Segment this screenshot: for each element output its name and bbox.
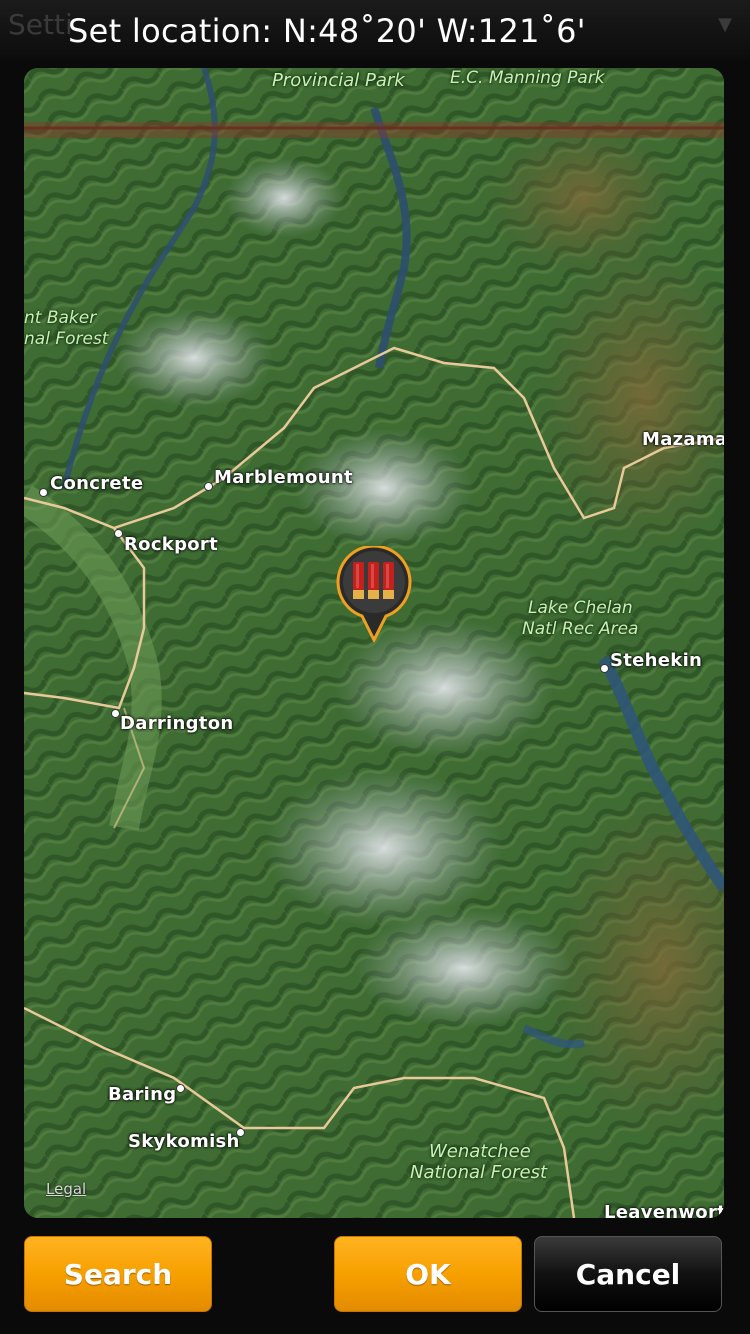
town-dot-darrington: [111, 709, 120, 718]
town-dot-concrete: [39, 488, 48, 497]
label-provincial-park: Provincial Park: [272, 70, 405, 91]
background-title: Setti: [8, 8, 73, 41]
label-mazama: Mazama: [642, 429, 724, 450]
cancel-button[interactable]: Cancel: [534, 1236, 722, 1312]
label-leavenworth: Leavenwort: [604, 1202, 724, 1218]
map-view[interactable]: Provincial Park E.C. Manning Park nt Bak…: [24, 68, 724, 1218]
search-button[interactable]: Search: [24, 1236, 212, 1312]
label-mt-baker-forest-line2: nal Forest: [24, 329, 109, 349]
ok-button[interactable]: OK: [334, 1236, 522, 1312]
label-wenatchee-line1: Wenatchee: [429, 1141, 531, 1162]
shotgun-shells-icon: [336, 546, 412, 642]
label-lake-chelan-line2: Natl Rec Area: [522, 619, 639, 639]
label-skykomish: Skykomish: [128, 1131, 240, 1152]
label-lake-chelan-line1: Lake Chelan: [528, 598, 633, 618]
label-marblemount: Marblemount: [214, 467, 353, 488]
label-stehekin: Stehekin: [610, 650, 703, 671]
label-rockport: Rockport: [124, 534, 218, 555]
label-darrington: Darrington: [120, 713, 234, 734]
background-status: ▼: [718, 14, 732, 35]
dialog-title: Set location: N:48˚20' W:121˚6': [68, 12, 586, 50]
label-mt-baker-forest-line1: nt Baker: [24, 308, 97, 328]
label-baring: Baring: [108, 1084, 177, 1105]
town-dot-stehekin: [600, 664, 609, 673]
label-manning-park: E.C. Manning Park: [450, 68, 605, 88]
label-concrete: Concrete: [50, 473, 144, 494]
map-terrain: [24, 68, 724, 1218]
legal-link[interactable]: Legal: [46, 1180, 86, 1198]
town-dot-baring: [176, 1084, 185, 1093]
town-dot-rockport: [114, 529, 123, 538]
location-marker[interactable]: [336, 546, 412, 642]
town-dot-marblemount: [204, 482, 213, 491]
label-wenatchee-line2: National Forest: [410, 1162, 548, 1183]
